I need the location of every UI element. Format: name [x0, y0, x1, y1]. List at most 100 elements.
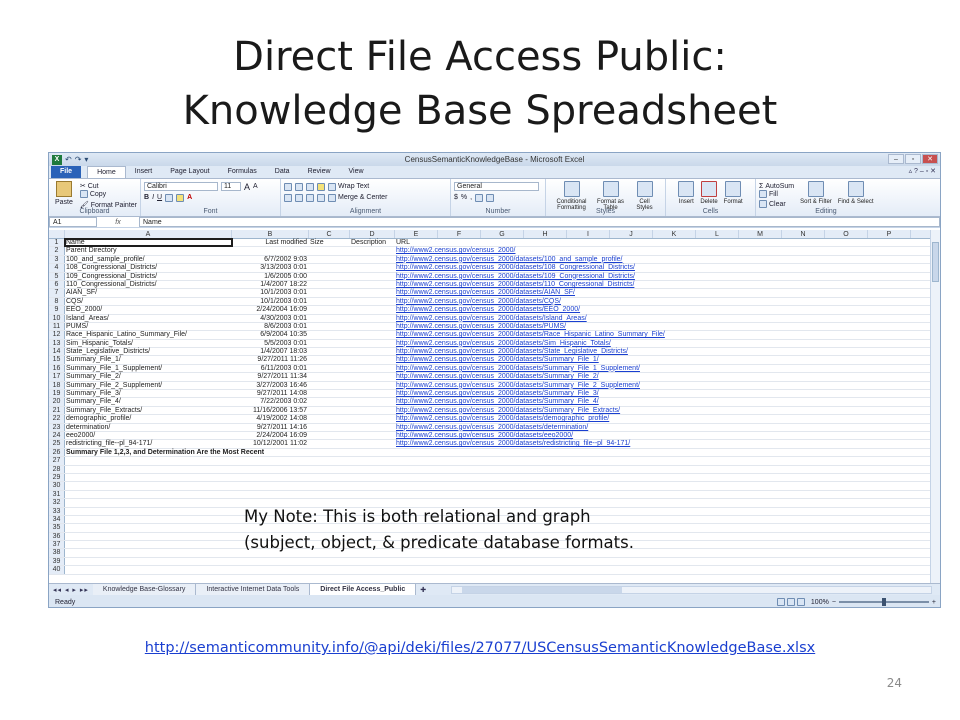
cell-description[interactable]: [350, 273, 395, 280]
column-header[interactable]: B: [232, 230, 309, 238]
customize-qat-icon[interactable]: ▾: [84, 155, 88, 164]
cell-description[interactable]: [350, 289, 395, 296]
zoom-in-button[interactable]: +: [932, 599, 936, 606]
cell-size[interactable]: [309, 331, 350, 338]
cell-size[interactable]: [309, 256, 350, 263]
cut-button[interactable]: ✂ Cut: [80, 182, 99, 191]
cell-name[interactable]: CQS/: [65, 298, 232, 305]
column-header[interactable]: E: [395, 230, 438, 238]
cell-last-modified[interactable]: 1/4/2007 18:22: [232, 281, 309, 288]
cell-name[interactable]: Summary_File_2_Supplement/: [65, 382, 232, 389]
page-layout-view-icon[interactable]: [786, 598, 795, 606]
cell-last-modified[interactable]: 2/24/2004 16:09: [232, 432, 309, 439]
cell-size[interactable]: [309, 432, 350, 439]
cell-url[interactable]: http://www2.census.gov/census_2000/datas…: [395, 432, 573, 439]
cell-name[interactable]: [65, 482, 232, 489]
grow-font-button[interactable]: A: [244, 182, 250, 192]
cell-last-modified[interactable]: Last modified: [232, 239, 309, 246]
column-header[interactable]: O: [825, 230, 868, 238]
column-header[interactable]: F: [438, 230, 481, 238]
row-header[interactable]: 36: [49, 532, 65, 541]
cell-description[interactable]: [350, 407, 395, 414]
cell-description[interactable]: [350, 457, 395, 464]
name-box[interactable]: A1: [49, 217, 97, 227]
find-select-button[interactable]: Find & Select: [838, 181, 874, 210]
cell-size[interactable]: [309, 365, 350, 372]
percent-button[interactable]: %: [461, 194, 467, 201]
row-header[interactable]: 37: [49, 541, 65, 549]
row-header[interactable]: 15: [49, 356, 65, 364]
font-name-select[interactable]: Calibri: [144, 182, 218, 191]
cell-url[interactable]: http://www2.census.gov/census_2000/datas…: [395, 390, 599, 397]
cell-description[interactable]: [350, 491, 395, 498]
cell-description[interactable]: [350, 340, 395, 347]
cell-description[interactable]: [350, 449, 395, 456]
cell-name[interactable]: Summary_File_3/: [65, 390, 232, 397]
sheet-tab-glossary[interactable]: Knowledge Base-Glossary: [92, 584, 197, 595]
cell-size[interactable]: [309, 415, 350, 422]
cell-url[interactable]: [395, 491, 396, 498]
cell-last-modified[interactable]: [232, 449, 309, 456]
page-break-view-icon[interactable]: [796, 598, 805, 606]
currency-button[interactable]: $: [454, 194, 458, 201]
cell-name[interactable]: [65, 474, 232, 481]
row-header[interactable]: 26: [49, 448, 65, 457]
cell-name[interactable]: demographic_profile/: [65, 415, 232, 422]
cell-size[interactable]: [309, 474, 350, 481]
cell-name[interactable]: Summary File 1,2,3, and Determination Ar…: [65, 449, 264, 456]
cell-url[interactable]: http://www2.census.gov/census_2000/datas…: [395, 373, 599, 380]
cell-description[interactable]: [350, 315, 395, 322]
cell-last-modified[interactable]: [232, 482, 309, 489]
row-header[interactable]: 1: [49, 239, 65, 247]
cell-size[interactable]: [309, 566, 350, 573]
close-icon[interactable]: ✕: [922, 154, 938, 164]
cell-description[interactable]: [350, 424, 395, 431]
cell-name[interactable]: [65, 491, 232, 498]
cell-last-modified[interactable]: 6/9/2004 10:35: [232, 331, 309, 338]
row-header[interactable]: 10: [49, 314, 65, 322]
row-header[interactable]: 24: [49, 431, 65, 440]
cell-name[interactable]: EEO_2000/: [65, 306, 232, 313]
cell-size[interactable]: [309, 558, 350, 565]
cell-name[interactable]: eeo2000/: [65, 432, 232, 439]
cell-last-modified[interactable]: 11/16/2006 13:57: [232, 407, 309, 414]
number-format-select[interactable]: General: [454, 182, 539, 191]
cell-description[interactable]: [350, 482, 395, 489]
cell-name[interactable]: State_Legislative_Districts/: [65, 348, 232, 355]
cell-name[interactable]: Summary_File_2/: [65, 373, 232, 380]
underline-button[interactable]: U: [157, 194, 162, 201]
cell-last-modified[interactable]: [232, 457, 309, 464]
cell-description[interactable]: [350, 356, 395, 363]
tab-insert[interactable]: Insert: [126, 166, 162, 178]
cell-size[interactable]: [309, 289, 350, 296]
cell-url[interactable]: http://www2.census.gov/census_2000/datas…: [395, 440, 630, 447]
decrease-decimal-icon[interactable]: [486, 193, 495, 202]
row-header[interactable]: 11: [49, 322, 65, 331]
column-header[interactable]: G: [481, 230, 524, 238]
cell-last-modified[interactable]: [232, 566, 309, 573]
conditional-formatting-button[interactable]: Conditional Formatting: [554, 181, 590, 211]
cell-name[interactable]: [65, 533, 232, 540]
cell-url[interactable]: [395, 449, 396, 456]
cell-name[interactable]: Race_Hispanic_Latino_Summary_File/: [65, 331, 232, 338]
cell-size[interactable]: [309, 281, 350, 288]
cell-description[interactable]: [350, 365, 395, 372]
cell-url[interactable]: http://www2.census.gov/census_2000/datas…: [395, 298, 561, 305]
cell-size[interactable]: [309, 382, 350, 389]
zoom-slider[interactable]: [838, 598, 929, 606]
wrap-text-button[interactable]: Wrap Text: [328, 182, 369, 191]
row-header[interactable]: 22: [49, 415, 65, 423]
cell-url[interactable]: http://www2.census.gov/census_2000/datas…: [395, 424, 588, 431]
comma-button[interactable]: ,: [470, 194, 472, 201]
cell-name[interactable]: Sim_Hispanic_Totals/: [65, 340, 232, 347]
cell-description[interactable]: [350, 247, 395, 254]
column-header[interactable]: D: [350, 230, 395, 238]
cell-description[interactable]: [350, 256, 395, 263]
zoom-out-button[interactable]: −: [832, 599, 836, 606]
cell-last-modified[interactable]: 2/24/2004 16:09: [232, 306, 309, 313]
cell-description[interactable]: [350, 398, 395, 405]
align-right-icon[interactable]: [306, 193, 314, 202]
row-header[interactable]: 38: [49, 549, 65, 557]
select-all-corner[interactable]: [49, 230, 65, 238]
column-header[interactable]: I: [567, 230, 610, 238]
